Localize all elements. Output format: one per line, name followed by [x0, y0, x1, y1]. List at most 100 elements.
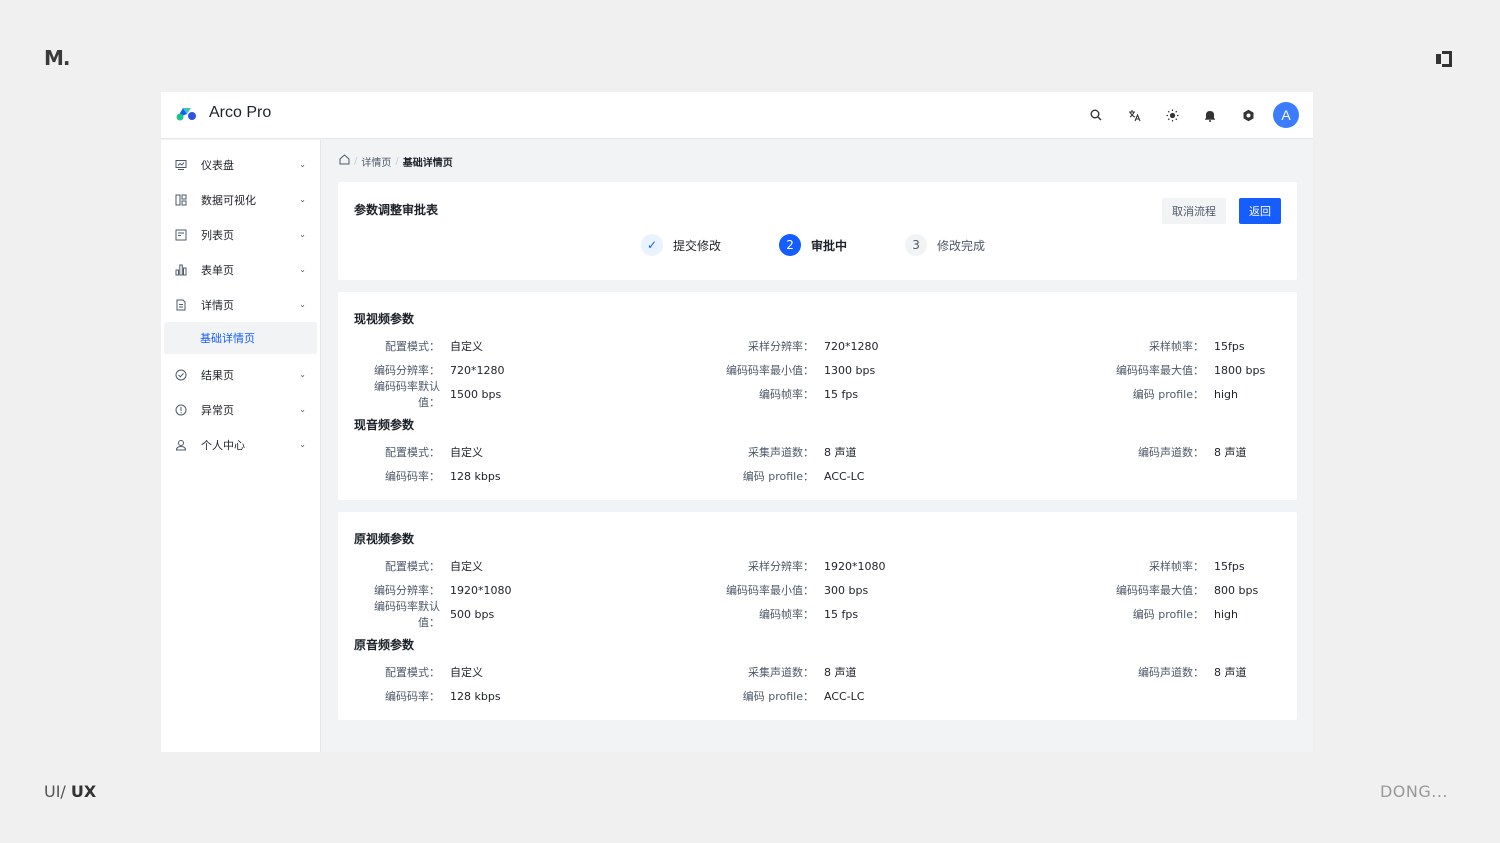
param-label: 编码 profile：: [1132, 388, 1204, 401]
param-label: 编码码率默认值：: [374, 600, 440, 629]
steps: ✓ 提交修改 2 审批中 3 修改完成: [641, 234, 1043, 256]
sidebar-item-user-center[interactable]: 个人中心 ⌄: [161, 427, 320, 462]
arco-logo-icon: [176, 108, 196, 121]
nav-actions: A: [1071, 102, 1299, 128]
breadcrumb-separator: /: [354, 155, 358, 167]
param-item: 配置模式： 自定义: [354, 338, 654, 354]
step-approving: 2 审批中: [779, 234, 847, 256]
breadcrumb-item[interactable]: 详情页: [361, 154, 391, 169]
param-value: high: [1214, 387, 1238, 401]
theme-icon[interactable]: [1159, 102, 1185, 128]
param-value: 300 bps: [824, 583, 869, 597]
dashboard-icon: [175, 159, 187, 171]
param-label: 采集声道数：: [748, 446, 814, 459]
param-item: 配置模式： 自定义: [354, 664, 654, 680]
param-value: 128 kbps: [450, 689, 501, 703]
param-label: 编码分辨率：: [374, 364, 440, 377]
param-label: 采样帧率：: [1149, 340, 1204, 353]
param-item: 编码声道数： 8 声道: [1034, 664, 1247, 680]
sidebar-item-list[interactable]: 列表页 ⌄: [161, 217, 320, 252]
brand[interactable]: Arco Pro: [175, 104, 271, 122]
param-value: 8 声道: [1214, 666, 1247, 679]
bell-icon[interactable]: [1197, 102, 1223, 128]
param-label: 编码码率：: [385, 690, 440, 703]
step-number: 2: [779, 234, 802, 256]
translate-icon[interactable]: [1121, 102, 1147, 128]
section-title: 原视频参数: [354, 532, 415, 546]
chevron-down-icon: ⌄: [299, 440, 306, 449]
param-value: 8 声道: [1214, 446, 1247, 459]
param-label: 配置模式：: [385, 446, 440, 459]
param-value: 720*1280: [450, 363, 505, 377]
settings-icon[interactable]: [1235, 102, 1261, 128]
sidebar-item-visualization[interactable]: 数据可视化 ⌄: [161, 182, 320, 217]
chevron-down-icon: ⌄: [299, 300, 306, 309]
sidebar: 仪表盘 ⌄ 数据可视化 ⌄ 列表页 ⌄ 表单页 ⌄ 详情页 ⌄ 基础详情页 结果…: [161, 140, 321, 752]
breadcrumb-current: 基础详情页: [402, 157, 453, 169]
param-value: 15fps: [1214, 339, 1245, 353]
sidebar-item-label: 数据可视化: [201, 193, 256, 207]
main-content: / 详情页 / 基础详情页 参数调整审批表 取消流程 返回 ✓ 提交修改 2 审…: [322, 140, 1313, 752]
sidebar-item-dashboard[interactable]: 仪表盘 ⌄: [161, 147, 320, 182]
param-row: 编码码率： 128 kbps 编码 profile： ACC-LC: [354, 684, 1281, 708]
step-label: 提交修改: [673, 238, 722, 253]
param-label: 编码码率最小值：: [726, 584, 814, 597]
param-row: 编码码率： 128 kbps 编码 profile： ACC-LC: [354, 464, 1281, 488]
param-label: 编码码率最大值：: [1116, 364, 1204, 377]
param-label: 编码码率默认值：: [374, 380, 440, 409]
cancel-process-button[interactable]: 取消流程: [1162, 198, 1226, 224]
breadcrumb: / 详情页 / 基础详情页: [338, 140, 1297, 182]
param-value: 500 bps: [450, 607, 495, 621]
sidebar-item-result[interactable]: 结果页 ⌄: [161, 357, 320, 392]
param-item: 采集声道数： 8 声道: [654, 664, 1034, 680]
param-label: 采集声道数：: [748, 666, 814, 679]
sidebar-item-label: 结果页: [201, 368, 234, 382]
param-item: 配置模式： 自定义: [354, 444, 654, 460]
param-item: 编码分辨率： 1920*1080: [354, 582, 654, 598]
param-value: 自定义: [450, 560, 483, 573]
param-item: 采样帧率： 15fps: [1034, 558, 1245, 574]
search-icon[interactable]: [1083, 102, 1109, 128]
param-label: 编码帧率：: [759, 388, 814, 401]
footer-bold: UX: [70, 782, 97, 801]
param-item: 编码码率： 128 kbps: [354, 468, 654, 484]
param-item: 编码分辨率： 720*1280: [354, 362, 654, 378]
chevron-down-icon: ⌄: [299, 195, 306, 204]
param-value: 1500 bps: [450, 387, 502, 401]
footer-prefix: UI/: [44, 782, 66, 801]
param-item: 编码码率最大值： 1800 bps: [1034, 362, 1265, 378]
param-item: 编码 profile： high: [1034, 606, 1238, 622]
param-row: 配置模式： 自定义 采集声道数： 8 声道 编码声道数： 8 声道: [354, 660, 1281, 684]
step-label: 修改完成: [937, 238, 986, 253]
param-item: 采样帧率： 15fps: [1034, 338, 1245, 354]
param-value: ACC-LC: [824, 469, 865, 483]
chevron-down-icon: ⌄: [299, 265, 306, 274]
sidebar-subitem-basic-detail[interactable]: 基础详情页: [164, 322, 317, 354]
param-label: 采样分辨率：: [748, 560, 814, 573]
param-item: 编码 profile： ACC-LC: [654, 688, 1034, 704]
step-complete: 3 修改完成: [905, 234, 985, 256]
footer-right: DONG...: [1379, 782, 1448, 801]
param-value: 8 声道: [824, 446, 857, 459]
sidebar-item-form[interactable]: 表单页 ⌄: [161, 252, 320, 287]
approval-header-card: 参数调整审批表 取消流程 返回 ✓ 提交修改 2 审批中 3 修改完成: [338, 182, 1297, 280]
sidebar-item-label: 仪表盘: [201, 158, 234, 172]
param-value: 1300 bps: [824, 363, 876, 377]
sidebar-item-label: 列表页: [201, 228, 234, 242]
sidebar-item-detail[interactable]: 详情页 ⌄: [161, 287, 320, 322]
home-icon[interactable]: [339, 154, 350, 168]
param-value: 1920*1080: [450, 583, 512, 597]
param-item: 编码帧率： 15 fps: [654, 606, 1034, 622]
avatar[interactable]: A: [1273, 102, 1299, 128]
sidebar-item-exception[interactable]: 异常页 ⌄: [161, 392, 320, 427]
param-value: 15 fps: [824, 387, 859, 401]
param-item: 编码 profile： ACC-LC: [654, 468, 1034, 484]
corner-mark-icon: [1436, 51, 1452, 67]
param-value: 1800 bps: [1214, 363, 1266, 377]
corner-logo: M.: [44, 46, 70, 70]
param-label: 配置模式：: [385, 666, 440, 679]
section-title: 现视频参数: [354, 312, 415, 326]
param-label: 编码分辨率：: [374, 584, 440, 597]
back-button[interactable]: 返回: [1239, 198, 1281, 224]
param-value: 800 bps: [1214, 583, 1259, 597]
